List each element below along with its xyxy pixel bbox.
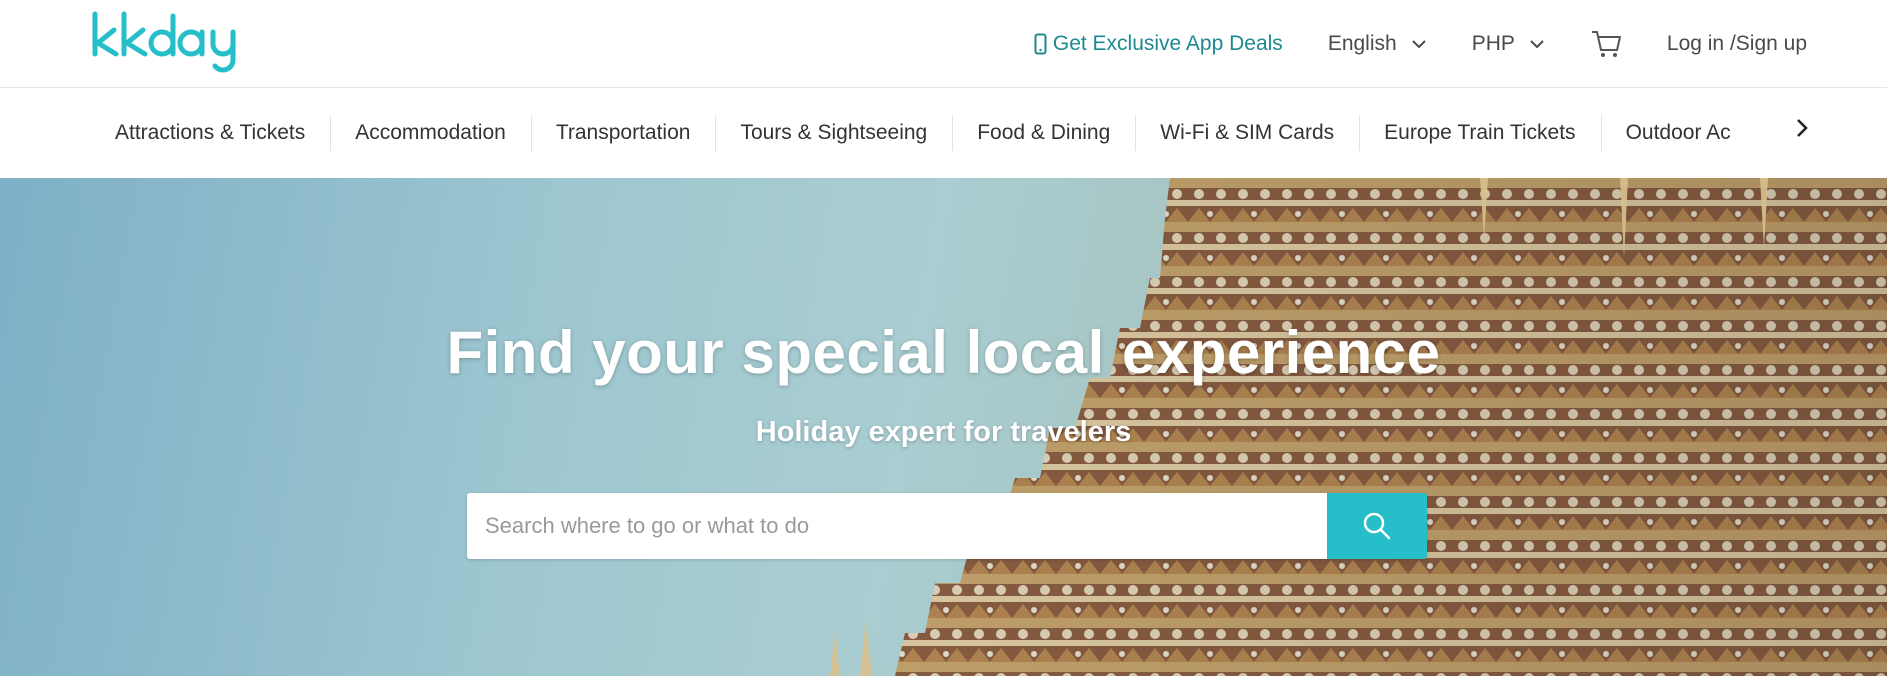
- hero-title: Find your special local experience: [446, 319, 1441, 386]
- category-tours-sightseeing[interactable]: Tours & Sightseeing: [715, 115, 952, 151]
- search-icon: [1363, 512, 1391, 540]
- language-label: English: [1327, 31, 1397, 55]
- category-accommodation[interactable]: Accommodation: [330, 115, 531, 151]
- hero-banner: Find your special local experience Holid…: [0, 178, 1887, 676]
- phone-icon: [1034, 33, 1047, 54]
- language-dropdown[interactable]: English: [1328, 32, 1427, 56]
- category-nav: Attractions & Tickets Accommodation Tran…: [0, 88, 1887, 178]
- currency-label: PHP: [1471, 31, 1515, 55]
- login-signup-link[interactable]: Log in /Sign up: [1667, 32, 1807, 56]
- app-deals-label: Get Exclusive App Deals: [1052, 31, 1283, 55]
- category-outdoor[interactable]: Outdoor Ac: [1600, 115, 1756, 151]
- category-list: Attractions & Tickets Accommodation Tran…: [90, 88, 1820, 178]
- cart-icon: [1591, 30, 1621, 57]
- category-next-button[interactable]: [1786, 112, 1818, 144]
- hero-subtitle: Holiday expert for travelers: [755, 416, 1132, 448]
- category-europe-train[interactable]: Europe Train Tickets: [1359, 115, 1600, 151]
- site-header: Get Exclusive App Deals English PHP Log …: [0, 0, 1887, 88]
- chevron-down-icon: [1530, 39, 1544, 48]
- search-button[interactable]: [1327, 493, 1427, 559]
- search-bar: [467, 493, 1427, 559]
- category-food-dining[interactable]: Food & Dining: [952, 115, 1135, 151]
- category-wifi-sim[interactable]: Wi-Fi & SIM Cards: [1135, 115, 1359, 151]
- kkday-logo[interactable]: [90, 10, 250, 74]
- currency-dropdown[interactable]: PHP: [1472, 32, 1545, 56]
- kkday-logo-mark: [92, 11, 236, 73]
- category-attractions-tickets[interactable]: Attractions & Tickets: [90, 121, 330, 145]
- app-deals-link[interactable]: Get Exclusive App Deals: [1034, 32, 1283, 56]
- category-transportation[interactable]: Transportation: [530, 115, 716, 151]
- chevron-right-icon: [1797, 119, 1808, 137]
- cart-button[interactable]: [1590, 29, 1622, 59]
- search-input[interactable]: [467, 493, 1327, 559]
- chevron-down-icon: [1411, 39, 1426, 48]
